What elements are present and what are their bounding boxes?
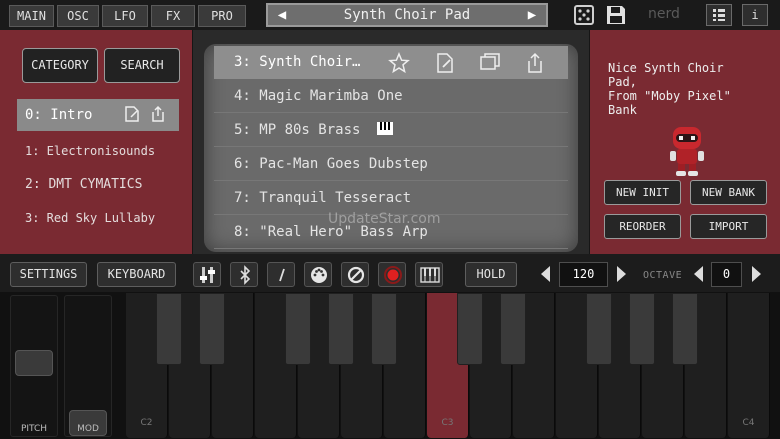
category-button[interactable]: CATEGORY <box>22 48 98 83</box>
black-key[interactable] <box>285 293 311 365</box>
grid-icon <box>713 9 725 21</box>
black-key[interactable] <box>156 293 182 365</box>
description-line: Nice Synth Choir <box>608 61 724 75</box>
tab-main[interactable]: MAIN <box>9 5 54 27</box>
edit-icon[interactable] <box>434 52 456 74</box>
search-button[interactable]: SEARCH <box>104 48 180 83</box>
hold-button[interactable]: HOLD <box>465 262 517 287</box>
prev-preset-icon[interactable]: ◀ <box>272 5 292 25</box>
midi-icon <box>311 267 327 283</box>
tempo-increase-icon[interactable] <box>617 266 626 282</box>
preset-item[interactable]: 5: MP 80s Brass <box>214 114 568 147</box>
preset-info-panel: Nice Synth Choir Pad, From "Moby Pixel" … <box>590 30 780 254</box>
bank-item-selected[interactable]: 0: Intro <box>17 99 179 131</box>
next-preset-icon[interactable]: ▶ <box>522 5 542 25</box>
preset-item[interactable]: 6: Pac-Man Goes Dubstep <box>214 148 568 181</box>
reorder-button[interactable]: REORDER <box>604 214 681 239</box>
octave-label: OCTAVE <box>643 270 683 281</box>
black-key[interactable] <box>328 293 354 365</box>
control-bar: SETTINGS KEYBOARD HOLD 120 OCTAVE 0 <box>0 254 780 292</box>
edit-icon[interactable] <box>123 105 141 123</box>
octave-value[interactable]: 0 <box>711 262 742 287</box>
preset-description: Nice Synth Choir Pad, From "Moby Pixel" … <box>608 61 768 117</box>
key-octave-label: C4 <box>742 418 755 428</box>
description-line: From "Moby Pixel" <box>608 89 731 103</box>
pen-button[interactable] <box>267 262 295 287</box>
tempo-decrease-icon[interactable] <box>541 266 550 282</box>
description-line: Pad, <box>608 75 637 89</box>
star-icon[interactable] <box>388 52 410 74</box>
record-icon <box>384 266 402 284</box>
mod-label: MOD <box>77 424 99 434</box>
info-button[interactable]: i <box>742 4 768 26</box>
white-key[interactable]: C4 <box>728 293 770 438</box>
new-bank-button[interactable]: NEW BANK <box>690 180 767 205</box>
brand-logo: nerd <box>648 6 680 22</box>
bank-panel: CATEGORY SEARCH 0: Intro 1: Electronisou… <box>0 30 192 254</box>
black-key[interactable] <box>629 293 655 365</box>
pen-icon <box>279 268 285 282</box>
bank-item[interactable]: 2: DMT CYMATICS <box>17 169 179 201</box>
pitch-wheel[interactable]: PITCH <box>10 295 58 437</box>
keyboard-area: PITCH MOD C2 C3 C4 <box>0 292 780 439</box>
preset-item-label: 3: Synth Choir… <box>234 54 361 70</box>
info-icon: i <box>751 8 759 22</box>
pitch-label: PITCH <box>20 424 48 434</box>
record-button[interactable] <box>378 262 406 287</box>
key-octave-label: C2 <box>140 418 153 428</box>
black-key[interactable] <box>371 293 397 365</box>
tempo-value[interactable]: 120 <box>559 262 608 287</box>
bluetooth-icon <box>240 265 251 285</box>
tab-fx[interactable]: FX <box>151 5 195 27</box>
piano-button[interactable] <box>415 262 443 287</box>
settings-button[interactable]: SETTINGS <box>10 262 87 287</box>
pitch-wheel-knob[interactable] <box>15 350 53 376</box>
preset-item-selected[interactable]: 3: Synth Choir… <box>214 46 568 79</box>
black-key[interactable] <box>586 293 612 365</box>
share-icon[interactable] <box>524 52 546 74</box>
top-bar: MAIN OSC LFO FX PRO ◀ Synth Choir Pad ▶ … <box>0 0 780 30</box>
tab-osc[interactable]: OSC <box>57 5 99 27</box>
preset-item-label: 4: Magic Marimba One <box>234 88 403 104</box>
bank-item-label: 0: Intro <box>25 107 93 123</box>
preset-item[interactable]: 4: Magic Marimba One <box>214 80 568 113</box>
stop-icon <box>347 266 365 284</box>
dice-icon[interactable] <box>573 4 595 26</box>
grid-button[interactable] <box>706 4 732 26</box>
bluetooth-button[interactable] <box>230 262 258 287</box>
mod-wheel[interactable]: MOD <box>64 295 112 437</box>
preset-selector: ◀ Synth Choir Pad ▶ <box>266 3 548 27</box>
section-tabs: MAIN OSC LFO FX PRO <box>9 5 246 27</box>
description-line: Bank <box>608 103 637 117</box>
tab-lfo[interactable]: LFO <box>102 5 148 27</box>
piano-icon <box>420 267 440 283</box>
robot-mascot-icon <box>670 127 704 176</box>
key-octave-label: C3 <box>441 418 454 428</box>
sliders-icon <box>200 267 215 283</box>
preset-item-label: 6: Pac-Man Goes Dubstep <box>234 156 428 172</box>
save-icon[interactable] <box>605 4 627 26</box>
black-key[interactable] <box>457 293 483 365</box>
octave-decrease-icon[interactable] <box>694 266 703 282</box>
black-key[interactable] <box>500 293 526 365</box>
new-init-button[interactable]: NEW INIT <box>604 180 681 205</box>
keyboard-button[interactable]: KEYBOARD <box>97 262 176 287</box>
midi-button[interactable] <box>304 262 332 287</box>
black-key[interactable] <box>672 293 698 365</box>
tab-pro[interactable]: PRO <box>198 5 246 27</box>
preset-item-label: 5: MP 80s Brass <box>234 122 361 138</box>
watermark: UpdateStar.com <box>328 211 441 227</box>
sliders-button[interactable] <box>193 262 221 287</box>
keyboard-preset-icon <box>376 122 393 135</box>
preset-item-label: 7: Tranquil Tesseract <box>234 190 412 206</box>
panic-button[interactable] <box>341 262 369 287</box>
duplicate-icon[interactable] <box>479 52 501 74</box>
preset-name[interactable]: Synth Choir Pad <box>344 7 470 23</box>
octave-increase-icon[interactable] <box>752 266 761 282</box>
bank-item[interactable]: 3: Red Sky Lullaby <box>17 202 179 234</box>
bank-item[interactable]: 1: Electronisounds <box>17 135 179 167</box>
share-icon[interactable] <box>149 105 167 123</box>
black-key[interactable] <box>199 293 225 365</box>
import-button[interactable]: IMPORT <box>690 214 767 239</box>
